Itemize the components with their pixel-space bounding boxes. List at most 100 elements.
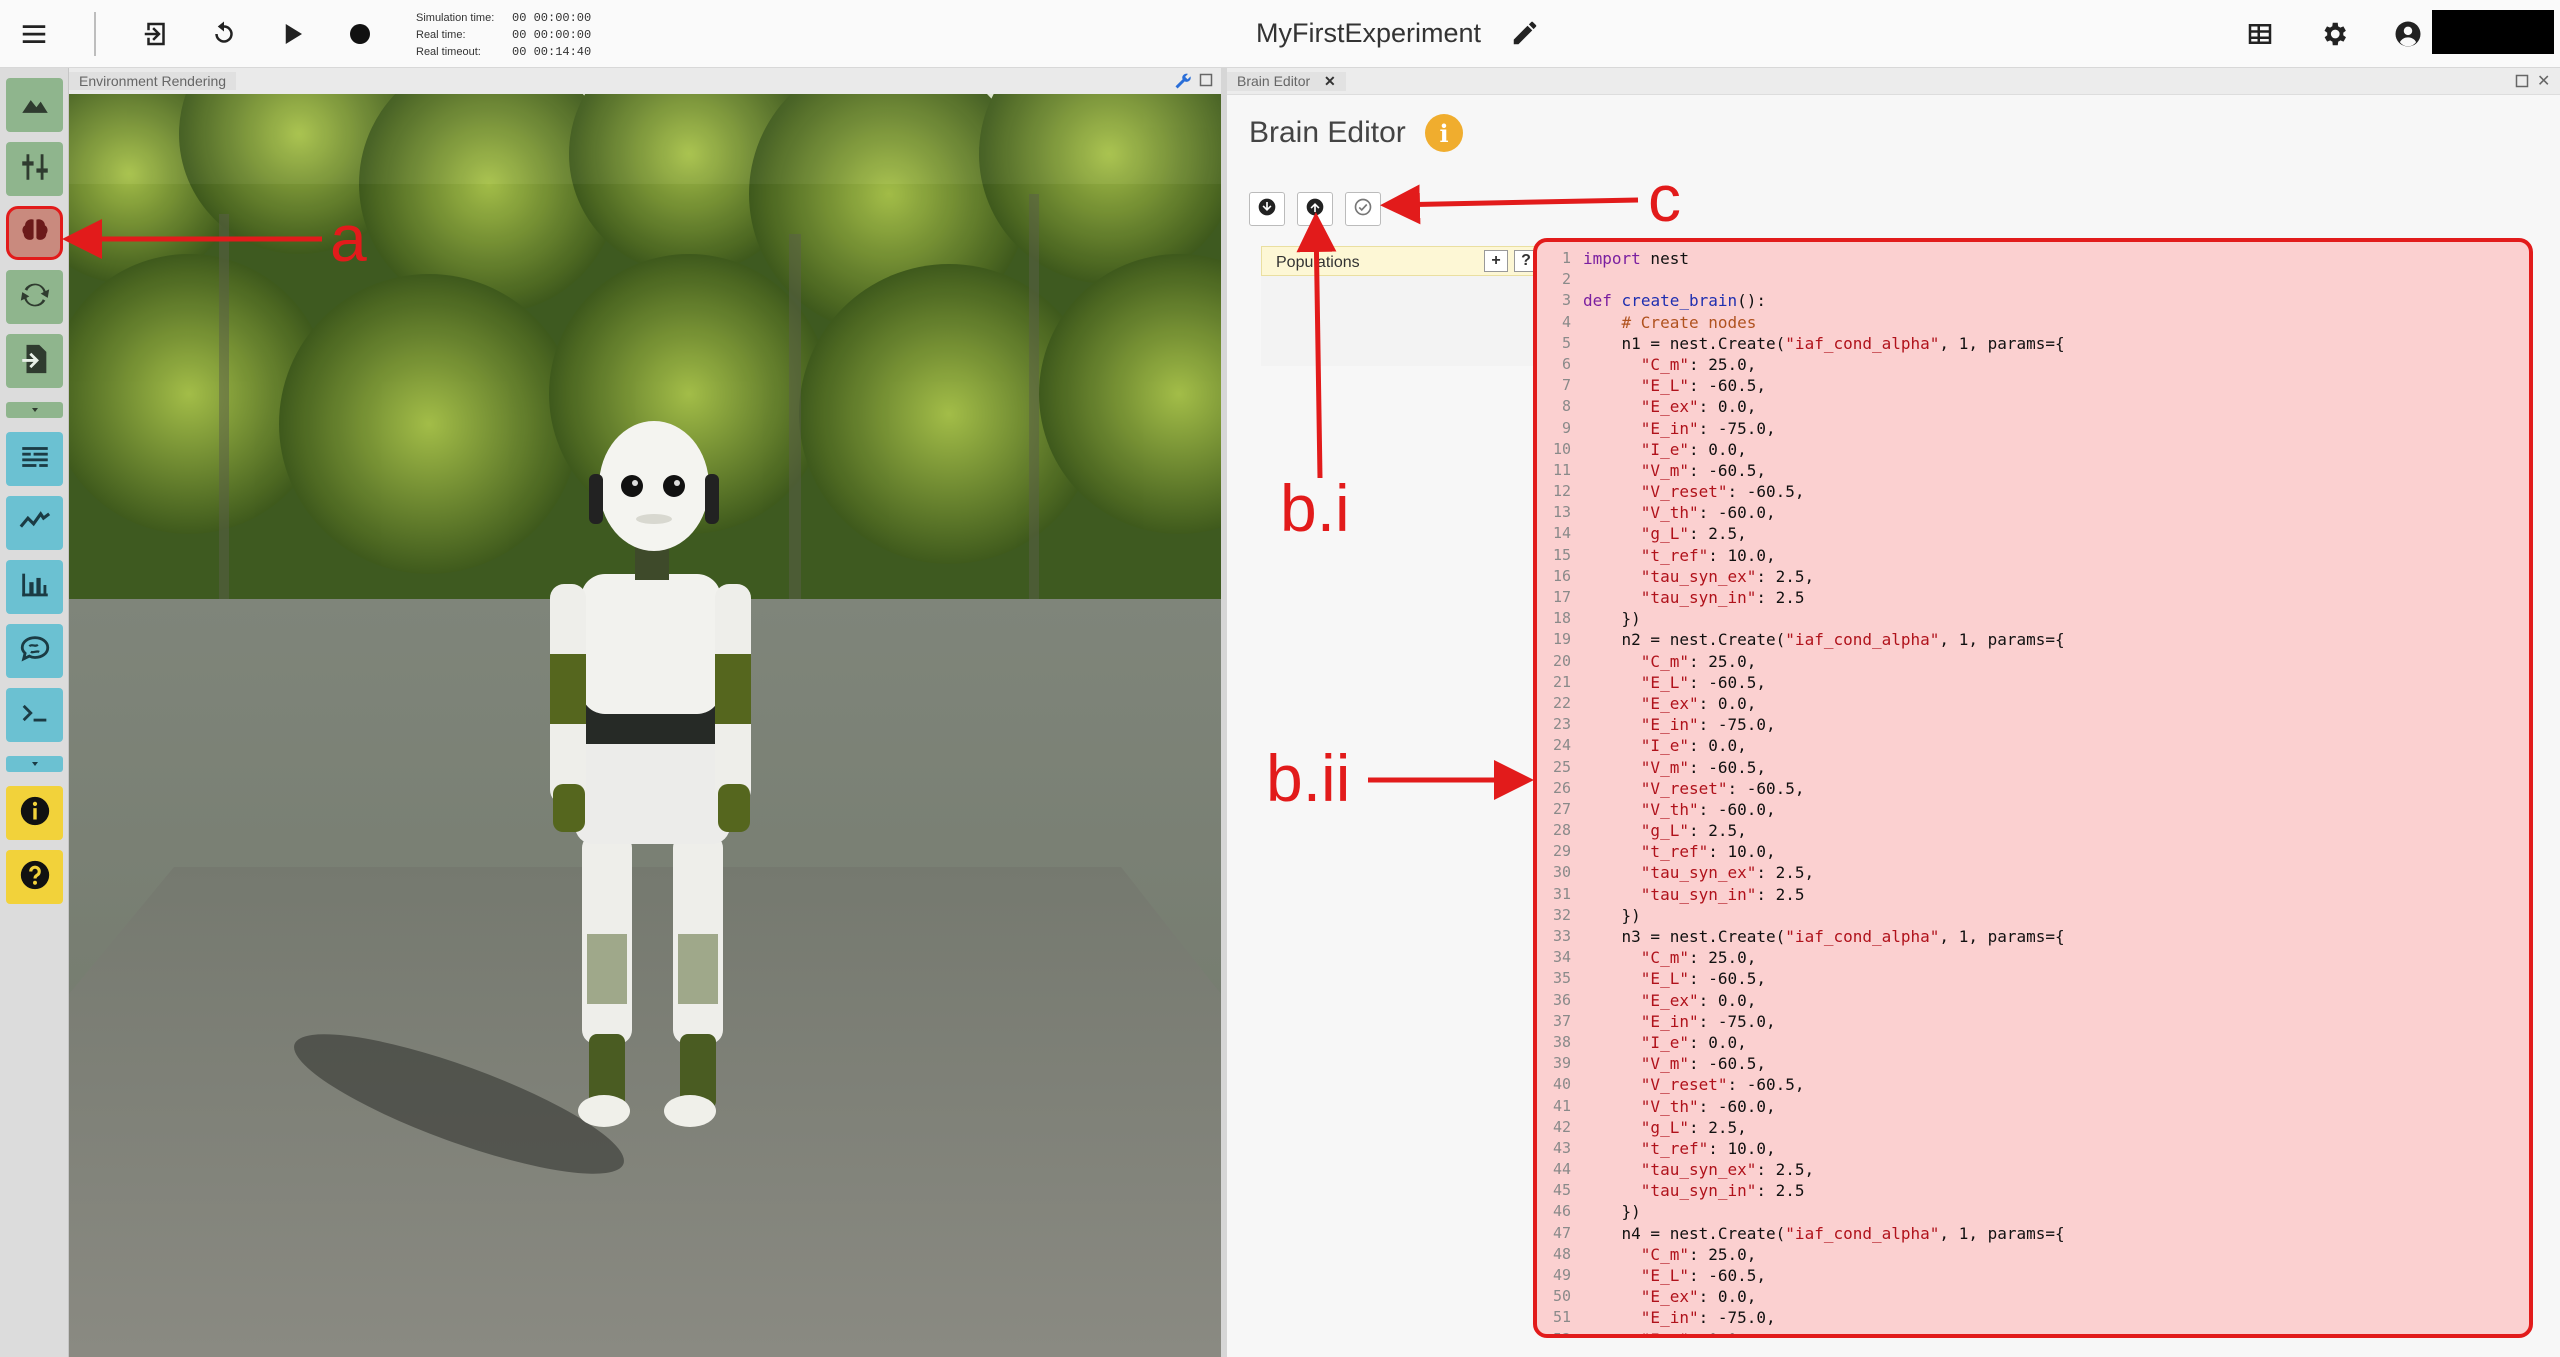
code-line[interactable]: "V_m": -60.5, [1583, 460, 2529, 481]
state-machine-button[interactable] [6, 334, 63, 388]
code-line[interactable]: "I_e": 0.0, [1583, 735, 2529, 756]
environment-3d-view[interactable] [69, 94, 1221, 1357]
code-line[interactable]: "g_L": 2.5, [1583, 1117, 2529, 1138]
code-line[interactable]: "tau_syn_ex": 2.5, [1583, 1159, 2529, 1180]
line-number: 41 [1552, 1096, 1571, 1115]
code-line[interactable] [1583, 269, 2529, 290]
reset-icon[interactable] [204, 14, 244, 54]
upload-brain-button[interactable] [1297, 192, 1333, 226]
code-line[interactable]: "g_L": 2.5, [1583, 820, 2529, 841]
string-token: "V_th" [1583, 799, 1699, 819]
code-line[interactable]: "E_in": -75.0, [1583, 418, 2529, 439]
maximize-icon[interactable] [2515, 74, 2529, 93]
code-line[interactable]: "tau_syn_ex": 2.5, [1583, 566, 2529, 587]
code-line[interactable]: "E_in": -75.0, [1583, 714, 2529, 735]
environment-button[interactable] [6, 78, 63, 132]
code-line[interactable]: }) [1583, 905, 2529, 926]
code-line[interactable]: "tau_syn_ex": 2.5, [1583, 862, 2529, 883]
code-line[interactable]: "t_ref": 10.0, [1583, 545, 2529, 566]
exit-icon[interactable] [136, 14, 176, 54]
code-line[interactable]: n1 = nest.Create("iaf_cond_alpha", 1, pa… [1583, 333, 2529, 354]
brain-editor-button[interactable] [6, 206, 63, 260]
code-line[interactable]: "C_m": 25.0, [1583, 1244, 2529, 1265]
code-line[interactable]: "E_L": -60.5, [1583, 375, 2529, 396]
code-line[interactable]: "E_in": -75.0, [1583, 1011, 2529, 1032]
code-line[interactable]: "I_e": 0.0, [1583, 1329, 2529, 1334]
transfer-function-button[interactable] [6, 270, 63, 324]
line-number: 36 [1552, 990, 1571, 1009]
maximize-icon[interactable] [1199, 73, 1213, 92]
code-line[interactable]: "E_in": -75.0, [1583, 1307, 2529, 1328]
terminal-button[interactable] [6, 688, 63, 742]
collapse-group-1[interactable] [6, 402, 63, 418]
line-number: 30 [1552, 863, 1571, 882]
brain-editor-tab[interactable]: Brain Editor ✕ [1227, 72, 1346, 91]
code-line[interactable]: }) [1583, 1201, 2529, 1222]
code-line[interactable]: "V_reset": -60.5, [1583, 481, 2529, 502]
code-line[interactable]: "E_L": -60.5, [1583, 968, 2529, 989]
joint-plot-button[interactable] [6, 496, 63, 550]
brain-code-editor[interactable]: 1 2 3 4 5 6 7 8 9 10 11 12 13 14 15 16 17 18 19 20 21 22 23 24 2… [1533, 238, 2533, 1338]
code-line[interactable]: "tau_syn_in": 2.5 [1583, 884, 2529, 905]
code-line[interactable]: "C_m": 25.0, [1583, 354, 2529, 375]
code-line[interactable]: "E_ex": 0.0, [1583, 693, 2529, 714]
code-line[interactable]: "tau_syn_in": 2.5 [1583, 1180, 2529, 1201]
settings-icon[interactable] [2314, 14, 2354, 54]
brain-editor-info-icon[interactable]: i [1425, 114, 1463, 152]
state-machine-icon [18, 342, 52, 381]
edit-title-icon[interactable] [1510, 18, 1540, 48]
string-token: "iaf_cond_alpha" [1785, 333, 1940, 353]
spike-chart-button[interactable] [6, 560, 63, 614]
record-icon[interactable] [340, 14, 380, 54]
code-line[interactable]: "E_L": -60.5, [1583, 1265, 2529, 1286]
code-line[interactable]: }) [1583, 608, 2529, 629]
code-line[interactable]: "C_m": 25.0, [1583, 651, 2529, 672]
environment-tab[interactable]: Environment Rendering [69, 72, 237, 90]
code-line[interactable]: "V_reset": -60.5, [1583, 778, 2529, 799]
code-line[interactable]: "E_ex": 0.0, [1583, 396, 2529, 417]
code-line[interactable]: import nest [1583, 248, 2529, 269]
help-button[interactable] [6, 850, 63, 904]
code-text[interactable]: import nest def create_brain(): # Create… [1583, 248, 2529, 1334]
code-line[interactable]: "I_e": 0.0, [1583, 1032, 2529, 1053]
code-line[interactable]: n3 = nest.Create("iaf_cond_alpha", 1, pa… [1583, 926, 2529, 947]
menu-icon[interactable] [14, 14, 54, 54]
layout-icon[interactable] [2240, 14, 2280, 54]
object-inspector-button[interactable] [6, 142, 63, 196]
code-line[interactable]: n2 = nest.Create("iaf_cond_alpha", 1, pa… [1583, 629, 2529, 650]
code-line[interactable]: "V_th": -60.0, [1583, 799, 2529, 820]
user-name-redacted[interactable] [2432, 10, 2554, 54]
code-line[interactable]: "g_L": 2.5, [1583, 523, 2529, 544]
brain-visualizer-button[interactable] [6, 624, 63, 678]
code-line[interactable]: "V_th": -60.0, [1583, 1096, 2529, 1117]
code-line[interactable]: "C_m": 25.0, [1583, 947, 2529, 968]
code-line[interactable]: "V_reset": -60.5, [1583, 1074, 2529, 1095]
code-line[interactable]: "I_e": 0.0, [1583, 439, 2529, 460]
apply-brain-button[interactable] [1345, 192, 1381, 226]
code-line[interactable]: "V_m": -60.5, [1583, 757, 2529, 778]
user-icon[interactable] [2388, 14, 2428, 54]
code-line[interactable]: # Create nodes [1583, 312, 2529, 333]
string-token: "tau_syn_in" [1583, 884, 1757, 904]
code-line[interactable]: def create_brain(): [1583, 290, 2529, 311]
code-line[interactable]: "tau_syn_in": 2.5 [1583, 587, 2529, 608]
wrench-icon[interactable] [1173, 71, 1193, 96]
code-line[interactable]: "V_m": -60.5, [1583, 1053, 2529, 1074]
info-button[interactable] [6, 786, 63, 840]
code-line[interactable]: "E_ex": 0.0, [1583, 990, 2529, 1011]
code-line[interactable]: "t_ref": 10.0, [1583, 841, 2529, 862]
close-tab-icon[interactable]: ✕ [1324, 73, 1336, 89]
code-line[interactable]: "t_ref": 10.0, [1583, 1138, 2529, 1159]
code-line[interactable]: "V_th": -60.0, [1583, 502, 2529, 523]
code-line[interactable]: "E_ex": 0.0, [1583, 1286, 2529, 1307]
play-icon[interactable] [272, 14, 312, 54]
download-brain-button[interactable] [1249, 192, 1285, 226]
number-token: : 2.5 [1756, 884, 1805, 904]
code-line[interactable]: n4 = nest.Create("iaf_cond_alpha", 1, pa… [1583, 1223, 2529, 1244]
log-console-button[interactable] [6, 432, 63, 486]
collapse-group-2[interactable] [6, 756, 63, 772]
code-line[interactable]: "E_L": -60.5, [1583, 672, 2529, 693]
add-population-button[interactable]: + [1484, 250, 1508, 272]
close-panel-icon[interactable]: ✕ [2537, 71, 2550, 91]
